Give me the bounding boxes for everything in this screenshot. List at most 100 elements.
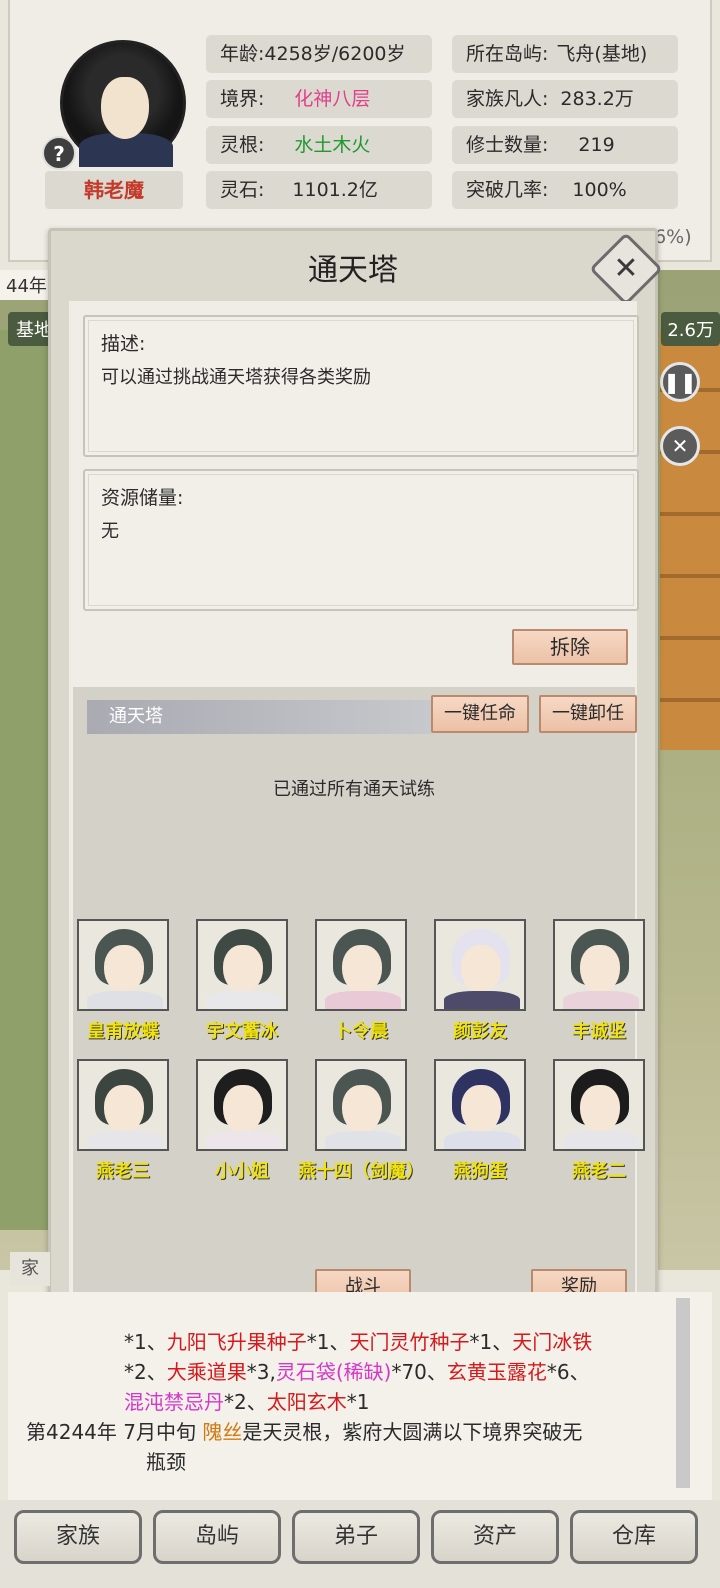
member-portrait — [553, 1059, 645, 1151]
member-name: 燕十四（剑魔） — [298, 1161, 424, 1182]
stat-label: 境界: — [220, 88, 265, 110]
robe — [87, 1131, 163, 1149]
stat-label: 所在岛屿: — [466, 43, 549, 65]
stat-spirit-stones: 灵石: 1101.2亿 — [206, 171, 432, 209]
robe — [444, 1131, 520, 1149]
member-card[interactable]: 燕老二 — [553, 1059, 645, 1183]
member-name: 燕老三 — [96, 1161, 150, 1182]
dialog-title: 通天塔 — [308, 253, 398, 288]
member-card[interactable]: 皇甫放蝶 — [77, 919, 169, 1043]
log-segment: 大乘道果 — [166, 1360, 247, 1384]
appoint-all-button[interactable]: 一键任命 — [431, 695, 529, 733]
stat-mortals: 家族凡人: 283.2万 — [452, 80, 678, 118]
face — [342, 1085, 382, 1133]
member-portrait — [196, 919, 288, 1011]
log-segment: 玄黄玉露花 — [446, 1360, 547, 1384]
member-portrait — [196, 1059, 288, 1151]
log-segment: *3, — [246, 1360, 276, 1384]
log-segment: *1、 — [469, 1330, 513, 1354]
stat-value: 4258岁/6200岁 — [264, 43, 406, 65]
tongtian-tower-dialog: 通天塔 ✕ 描述: 可以通过挑战通天塔获得各类奖励 资源储量: 无 拆除 通天塔… — [48, 228, 663, 1332]
log-segment: 天门冰铁 — [512, 1330, 593, 1354]
help-icon[interactable]: ? — [42, 136, 76, 170]
member-name: 皇甫放蝶 — [87, 1021, 159, 1042]
robe — [563, 991, 639, 1009]
face — [342, 945, 382, 993]
robe — [87, 991, 163, 1009]
member-card[interactable]: 卜令晨 — [315, 919, 407, 1043]
avatar[interactable] — [60, 40, 186, 167]
log-segment: *2、 — [224, 1390, 267, 1414]
robe — [444, 991, 520, 1009]
description-label: 描述: — [101, 333, 146, 355]
resources-text: 无 — [101, 521, 119, 542]
close-icon: ✕ — [613, 251, 639, 286]
member-card[interactable]: 燕十四（剑魔） — [298, 1059, 424, 1183]
map-left-strip — [0, 330, 50, 1230]
stat-value: 219 — [578, 134, 615, 156]
stat-value: 1101.2亿 — [292, 179, 378, 201]
face — [104, 1085, 144, 1133]
pause-icon[interactable]: ❚❚ — [660, 362, 700, 402]
log-line-5: 瓶颈 — [146, 1450, 186, 1474]
description-text: 可以通过挑战通天塔获得各类奖励 — [101, 367, 371, 388]
log-segment: *1 — [346, 1390, 370, 1414]
character-name[interactable]: 韩老魔 — [45, 171, 183, 209]
tower-label: 通天塔 — [87, 700, 431, 734]
face — [461, 1085, 501, 1133]
face — [461, 945, 501, 993]
dismiss-all-button[interactable]: 一键卸任 — [539, 695, 637, 733]
member-name: 燕狗蛋 — [453, 1161, 507, 1182]
log-segment: *70、 — [391, 1360, 447, 1384]
nav-island[interactable]: 岛屿 — [153, 1510, 281, 1564]
character-panel: ? 韩老魔 年龄:4258岁/6200岁 所在岛屿: 飞舟(基地) 境界: 化神八层… — [8, 0, 712, 262]
member-portrait — [77, 919, 169, 1011]
nav-assets[interactable]: 资产 — [431, 1510, 559, 1564]
demolish-button[interactable]: 拆除 — [512, 629, 628, 665]
year-fragment: 44年 — [0, 270, 53, 300]
stat-label: 年龄: — [220, 43, 265, 65]
robe — [206, 991, 282, 1009]
member-card[interactable]: 颜彭友 — [434, 919, 526, 1043]
log-segment: 第4244年 7月中旬 — [26, 1420, 203, 1444]
member-card[interactable]: 小小姐 — [196, 1059, 288, 1183]
member-card[interactable]: 丰诚坚 — [553, 919, 645, 1043]
log-segment: *1、 — [124, 1330, 167, 1354]
log-line-4: 第4244年 7月中旬 隗丝是天灵根，紫府大圆满以下境界突破无 — [26, 1417, 582, 1447]
stat-cultivators: 修士数量: 219 — [452, 126, 678, 164]
member-card[interactable]: 宇文蓄冰 — [196, 919, 288, 1043]
member-name: 丰诚坚 — [572, 1021, 626, 1042]
member-portrait — [434, 1059, 526, 1151]
member-portrait — [434, 919, 526, 1011]
log-line-2: *2、大乘道果*3,灵石袋(稀缺)*70、玄黄玉露花*6、 — [124, 1357, 590, 1387]
member-card[interactable]: 燕老三 — [77, 1059, 169, 1183]
stat-label: 灵根: — [220, 134, 265, 156]
family-log-tab[interactable]: 家 — [10, 1252, 50, 1286]
stat-label: 家族凡人: — [466, 88, 549, 110]
log-scrollbar[interactable] — [676, 1298, 690, 1488]
close-button[interactable]: ✕ — [589, 232, 663, 306]
member-name: 燕老二 — [572, 1161, 626, 1182]
member-name: 颜彭友 — [453, 1021, 507, 1042]
nav-family[interactable]: 家族 — [14, 1510, 142, 1564]
nav-warehouse[interactable]: 仓库 — [570, 1510, 698, 1564]
log-segment: *2、 — [124, 1360, 167, 1384]
log-segment: 灵石袋(稀缺) — [275, 1360, 392, 1384]
log-line-1: *1、九阳飞升果种子*1、天门灵竹种子*1、天门冰铁 — [124, 1327, 592, 1357]
event-log: *1、九阳飞升果种子*1、天门灵竹种子*1、天门冰铁 *2、大乘道果*3,灵石袋… — [8, 1292, 712, 1500]
description-box: 描述: 可以通过挑战通天塔获得各类奖励 — [83, 315, 639, 457]
robe — [325, 1131, 401, 1149]
stat-age: 年龄:4258岁/6200岁 — [206, 35, 432, 73]
cross-icon[interactable]: ✕ — [660, 426, 700, 466]
log-segment: 太阳玄木 — [266, 1390, 347, 1414]
robe — [325, 991, 401, 1009]
member-card[interactable]: 燕狗蛋 — [434, 1059, 526, 1183]
stat-realm: 境界: 化神八层 — [206, 80, 432, 118]
face — [104, 945, 144, 993]
face — [580, 1085, 620, 1133]
robe — [563, 1131, 639, 1149]
log-segment: 隗丝 — [202, 1420, 243, 1444]
face — [580, 945, 620, 993]
nav-disciples[interactable]: 弟子 — [292, 1510, 420, 1564]
log-segment: *1、 — [306, 1330, 350, 1354]
